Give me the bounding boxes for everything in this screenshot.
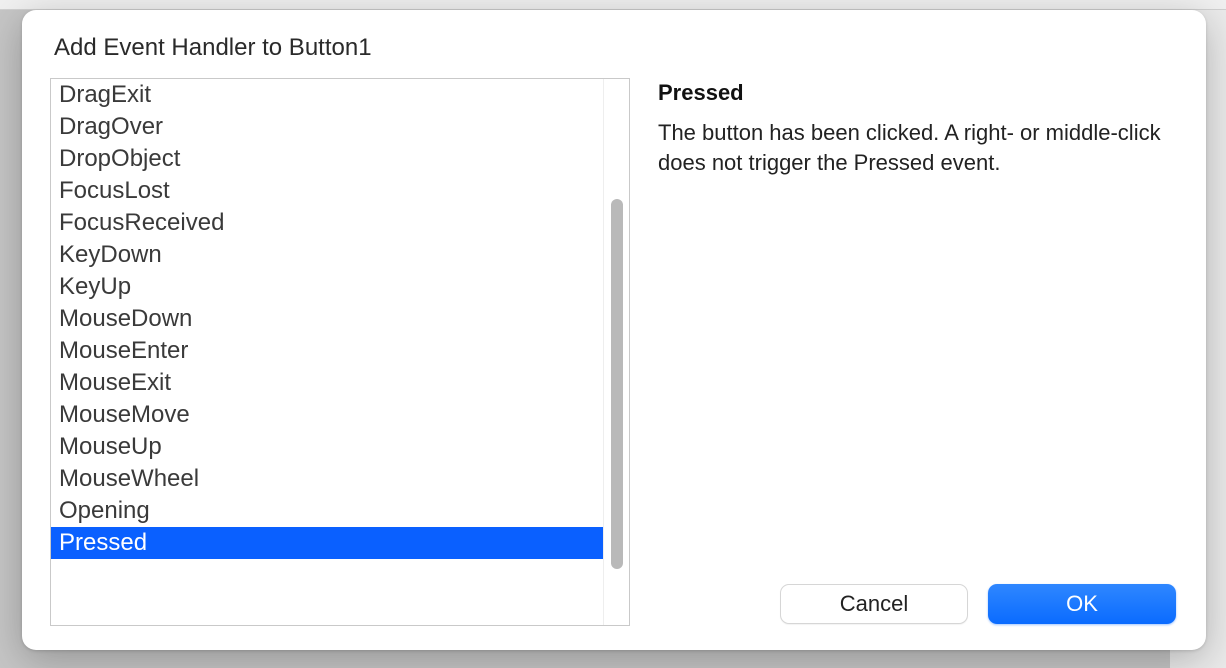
event-list-item[interactable]: MouseWheel <box>51 463 603 495</box>
dialog-content: DragExitDragOverDropObjectFocusLostFocus… <box>50 78 1178 626</box>
event-list-item[interactable]: FocusLost <box>51 175 603 207</box>
event-listbox[interactable]: DragExitDragOverDropObjectFocusLostFocus… <box>51 79 603 625</box>
ok-button[interactable]: OK <box>988 584 1176 624</box>
event-list-item[interactable]: DragExit <box>51 79 603 111</box>
event-list-item[interactable]: MouseExit <box>51 367 603 399</box>
scrollbar-track[interactable] <box>603 79 629 625</box>
event-list-item[interactable]: Pressed <box>51 527 603 559</box>
event-detail-panel: Pressed The button has been clicked. A r… <box>658 78 1178 626</box>
event-list-item[interactable]: MouseMove <box>51 399 603 431</box>
event-list-item[interactable]: MouseEnter <box>51 335 603 367</box>
scrollbar-thumb[interactable] <box>611 199 623 569</box>
event-list-item[interactable]: Opening <box>51 495 603 527</box>
cancel-button[interactable]: Cancel <box>780 584 968 624</box>
event-list-item[interactable]: DragOver <box>51 111 603 143</box>
dialog-button-row: Cancel OK <box>780 584 1176 624</box>
event-handler-dialog: Add Event Handler to Button1 DragExitDra… <box>22 10 1206 650</box>
event-list-item[interactable]: KeyUp <box>51 271 603 303</box>
dialog-title: Add Event Handler to Button1 <box>50 34 1178 62</box>
event-list-item[interactable]: DropObject <box>51 143 603 175</box>
event-list-item[interactable]: FocusReceived <box>51 207 603 239</box>
event-list-item[interactable]: MouseDown <box>51 303 603 335</box>
event-list-item[interactable]: KeyDown <box>51 239 603 271</box>
event-listbox-container: DragExitDragOverDropObjectFocusLostFocus… <box>50 78 630 626</box>
event-detail-description: The button has been clicked. A right- or… <box>658 118 1178 178</box>
background-toolbar <box>0 0 1226 10</box>
event-list-item[interactable]: MouseUp <box>51 431 603 463</box>
event-detail-title: Pressed <box>658 80 1178 106</box>
